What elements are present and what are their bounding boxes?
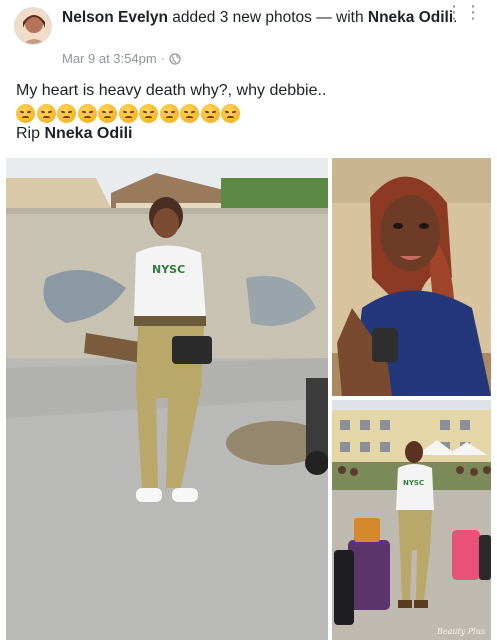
avatar-image	[15, 8, 51, 44]
photo-grid: NYSC NYSC Beauty Plus	[6, 158, 491, 640]
unamused-face-emoji	[98, 103, 117, 123]
globe-icon[interactable]	[169, 52, 181, 65]
author-avatar[interactable]	[14, 7, 52, 45]
post-action-text: added 3 new photos — with	[172, 9, 364, 26]
photo-1[interactable]: NYSC	[6, 158, 328, 640]
tagged-user-link[interactable]: Nneka Odili	[368, 9, 453, 26]
post-message: My heart is heavy death why?, why debbie…	[16, 80, 486, 145]
unamused-face-emoji	[57, 103, 76, 123]
photo-3[interactable]: NYSC Beauty Plus	[332, 400, 491, 640]
svg-text:NYSC: NYSC	[403, 479, 424, 487]
post-author-line: Nelson Evelyn added 3 new photos — with …	[62, 8, 462, 28]
photo-2-image	[332, 158, 491, 396]
unamused-face-emoji	[180, 103, 199, 123]
photo-1-image: NYSC	[6, 158, 328, 640]
message-rip-line: Rip Nneka Odili	[16, 123, 486, 145]
unamused-face-emoji	[77, 103, 97, 123]
post-meta: Mar 9 at 3:54pm ·	[62, 51, 181, 66]
unamused-face-emoji	[118, 103, 138, 123]
meta-separator: ·	[160, 51, 165, 66]
unamused-face-emoji	[221, 103, 240, 123]
photo-3-image: NYSC	[332, 400, 491, 640]
message-line-1: My heart is heavy death why?, why debbie…	[16, 82, 327, 99]
photo-watermark: Beauty Plus	[436, 627, 485, 636]
unamused-face-emoji	[200, 103, 220, 123]
more-options-icon[interactable]: ⋮⋮	[445, 2, 483, 23]
unamused-face-emoji	[16, 103, 35, 123]
post-header: Nelson Evelyn added 3 new photos — with …	[0, 0, 497, 72]
emoji-row	[16, 103, 486, 123]
rip-prefix: Rip	[16, 125, 45, 142]
author-name-link[interactable]: Nelson Evelyn	[62, 9, 168, 26]
unamused-face-emoji	[159, 103, 179, 123]
svg-text:NYSC: NYSC	[152, 263, 185, 276]
rip-tagged-user-link[interactable]: Nneka Odili	[44, 125, 132, 142]
unamused-face-emoji	[36, 103, 56, 123]
unamused-face-emoji	[139, 103, 158, 123]
post-timestamp[interactable]: Mar 9 at 3:54pm	[62, 51, 157, 66]
photo-2[interactable]	[332, 158, 491, 396]
